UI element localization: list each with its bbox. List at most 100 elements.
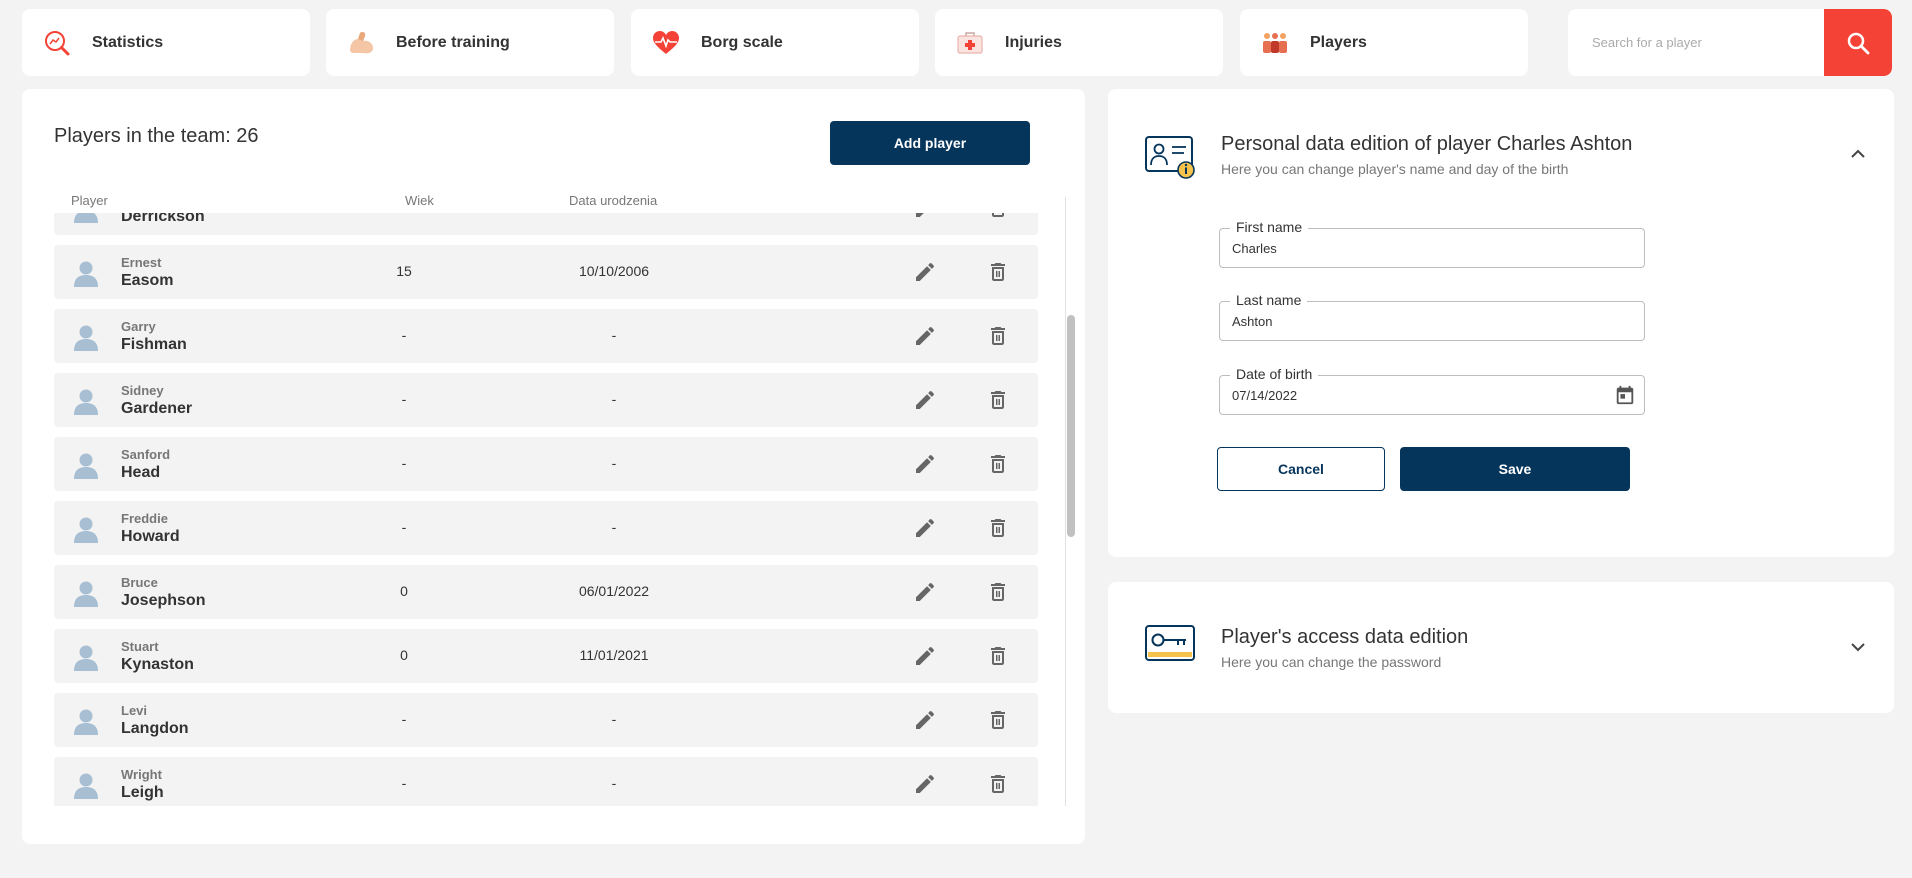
player-row[interactable]: Ernest Easom 15 10/10/2006 — [54, 245, 1038, 299]
player-row[interactable]: Derrickson — [54, 213, 1038, 235]
player-age: 0 — [400, 647, 408, 663]
players-panel: Players in the team: 26 Add player Playe… — [22, 89, 1085, 844]
nav-statistics[interactable]: Statistics — [22, 9, 310, 76]
edit-pencil-icon[interactable] — [913, 772, 937, 796]
avatar-icon — [74, 709, 98, 735]
player-row[interactable]: Levi Langdon - - — [54, 693, 1038, 747]
column-header-player: Player — [71, 193, 108, 208]
nav-label: Players — [1310, 33, 1367, 51]
nav-label: Borg scale — [701, 33, 783, 51]
player-age: 15 — [396, 263, 412, 279]
player-date-of-birth: 10/10/2006 — [578, 263, 650, 279]
player-age: - — [401, 519, 407, 535]
nav-players[interactable]: Players — [1240, 9, 1528, 76]
player-row[interactable]: Freddie Howard - - — [54, 501, 1038, 555]
nav-borg-scale[interactable]: Borg scale — [631, 9, 919, 76]
avatar-icon — [74, 645, 98, 671]
access-panel-title: Player's access data edition — [1221, 626, 1469, 648]
edit-pencil-icon[interactable] — [913, 324, 937, 348]
calendar-icon[interactable] — [1614, 384, 1636, 406]
delete-trash-icon[interactable] — [986, 708, 1010, 732]
avatar-icon — [74, 389, 98, 415]
delete-trash-icon[interactable] — [986, 580, 1010, 604]
search-input[interactable] — [1568, 9, 1824, 76]
last-name-field: Last name — [1219, 292, 1645, 341]
edit-pencil-icon[interactable] — [913, 388, 937, 412]
edit-pencil-icon[interactable] — [913, 452, 937, 476]
player-last-name: Fishman — [121, 336, 187, 353]
nav-label: Injuries — [1005, 33, 1062, 51]
player-age: - — [401, 711, 407, 727]
search-icon — [1847, 32, 1870, 54]
search-button[interactable] — [1824, 9, 1892, 76]
player-date-of-birth: 06/01/2022 — [578, 583, 650, 599]
id-card-info-icon — [1145, 136, 1195, 179]
scrollbar-thumb[interactable] — [1067, 315, 1075, 537]
player-last-name: Langdon — [121, 720, 189, 737]
player-row[interactable]: Stuart Kynaston 0 11/01/2021 — [54, 629, 1038, 683]
nav-label: Statistics — [92, 33, 164, 51]
player-age: - — [401, 327, 407, 343]
avatar-icon — [74, 773, 98, 799]
edit-pencil-icon[interactable] — [913, 213, 937, 220]
player-last-name: Easom — [121, 272, 174, 289]
edit-pencil-icon[interactable] — [913, 580, 937, 604]
player-date-of-birth: - — [611, 327, 617, 343]
save-button[interactable]: Save — [1400, 447, 1630, 491]
chevron-down-icon[interactable] — [1846, 635, 1870, 659]
player-first-name: Sanford — [121, 447, 171, 462]
delete-trash-icon[interactable] — [986, 388, 1010, 412]
players-count-title: Players in the team: 26 — [54, 125, 259, 147]
edit-pencil-icon[interactable] — [913, 260, 937, 284]
date-of-birth-field: Date of birth — [1219, 366, 1645, 415]
delete-trash-icon[interactable] — [986, 260, 1010, 284]
first-name-field: First name — [1219, 219, 1645, 268]
delete-trash-icon[interactable] — [986, 516, 1010, 540]
delete-trash-icon[interactable] — [986, 644, 1010, 668]
player-first-name: Levi — [121, 703, 148, 718]
cancel-button[interactable]: Cancel — [1217, 447, 1385, 491]
column-header-age: Wiek — [405, 193, 434, 208]
player-last-name: Howard — [121, 528, 180, 545]
player-date-of-birth: - — [611, 775, 617, 791]
heart-pulse-icon — [651, 28, 681, 58]
nav-label: Before training — [396, 33, 510, 51]
delete-trash-icon[interactable] — [986, 324, 1010, 348]
chevron-up-icon[interactable] — [1846, 142, 1870, 166]
delete-trash-icon[interactable] — [986, 452, 1010, 476]
delete-trash-icon[interactable] — [986, 213, 1010, 220]
players-list[interactable]: Derrickson Ernest Easom 15 10/10/2006 Ga… — [54, 213, 1042, 806]
player-row[interactable]: Wright Leigh - - — [54, 757, 1038, 806]
player-row[interactable]: Bruce Josephson 0 06/01/2022 — [54, 565, 1038, 619]
first-name-label: First name — [1230, 219, 1309, 235]
flexed-arm-icon — [346, 28, 376, 58]
player-first-name: Garry — [121, 319, 156, 334]
player-row[interactable]: Sidney Gardener - - — [54, 373, 1038, 427]
delete-trash-icon[interactable] — [986, 772, 1010, 796]
player-first-name: Freddie — [121, 511, 168, 526]
player-age: - — [401, 391, 407, 407]
access-data-panel[interactable]: Player's access data edition Here you ca… — [1108, 582, 1894, 713]
column-header-dob: Data urodzenia — [569, 193, 658, 208]
nav-before-training[interactable]: Before training — [326, 9, 614, 76]
player-first-name: Stuart — [121, 639, 159, 654]
avatar-icon — [74, 261, 98, 287]
player-row[interactable]: Garry Fishman - - — [54, 309, 1038, 363]
edit-pencil-icon[interactable] — [913, 516, 937, 540]
personal-data-panel: Personal data edition of player Charles … — [1108, 89, 1894, 557]
key-card-icon — [1145, 625, 1195, 661]
nav-injuries[interactable]: Injuries — [935, 9, 1223, 76]
edit-pencil-icon[interactable] — [913, 708, 937, 732]
edit-pencil-icon[interactable] — [913, 644, 937, 668]
players-group-icon — [1260, 28, 1290, 58]
player-first-name: Ernest — [121, 255, 162, 270]
player-date-of-birth: 11/01/2021 — [579, 647, 649, 663]
player-last-name: Gardener — [121, 400, 193, 417]
date-of-birth-label: Date of birth — [1230, 366, 1319, 382]
player-date-of-birth: - — [611, 455, 617, 471]
last-name-label: Last name — [1230, 292, 1308, 308]
avatar-icon — [74, 453, 98, 479]
player-row[interactable]: Sanford Head - - — [54, 437, 1038, 491]
statistics-magnifier-icon — [42, 28, 72, 58]
add-player-button[interactable]: Add player — [830, 121, 1030, 165]
